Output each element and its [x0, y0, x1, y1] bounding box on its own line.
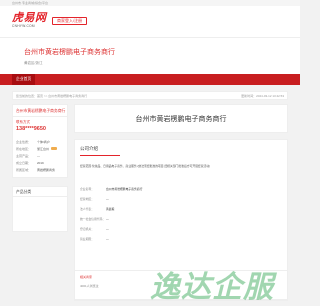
sidebar-card-title: 台州市黄岩楞鹏电子商务商行	[13, 105, 67, 117]
company-location: 黄岩区/浙江	[24, 61, 43, 65]
info-value: —	[106, 197, 109, 201]
sidebar: 台州市黄岩楞鹏电子商务商行 联系方式 138****9650 企业性质： 个体/商…	[12, 104, 68, 232]
watermark: 逸达企服	[150, 271, 274, 304]
related-label: 相关商家	[80, 275, 93, 279]
info-value: 黄晨毅	[106, 207, 115, 211]
info-row: 经营地区： —	[80, 197, 109, 201]
tab-underline	[80, 155, 120, 156]
info-key: 企业名称：	[80, 187, 94, 191]
kv-value: —	[37, 153, 41, 158]
info-key: 统一社会信用代码：	[80, 217, 106, 221]
info-row: 企业名称： 台州市黄岩楞鹏电子商务商行	[80, 187, 142, 191]
kv-key: 成立日期：	[16, 160, 32, 165]
kv-value: 2019	[37, 160, 44, 165]
nav-item-home[interactable]: 企业首页	[12, 74, 36, 85]
main-company-name: 台州市黄岩楞鹏电子商务商行	[135, 116, 227, 123]
kv-key: 所在地区：	[16, 146, 32, 151]
kv-value: 个体/商户	[37, 139, 50, 144]
merchant-login-button[interactable]: 商家登入/注册	[52, 17, 88, 25]
kv-row: 成立日期： 2019	[13, 159, 67, 166]
info-key: 经营地区：	[80, 197, 94, 201]
site-header: 虎易网 CNHYW.COM 商家登入/注册	[0, 6, 300, 37]
breadcrumb: 您当前的位置：首页 >> 台州市黄岩楞鹏电子商务商行 更新时间：2024-03-…	[12, 91, 288, 100]
view-count: 4001人浏览过	[80, 284, 99, 288]
contact-label: 联系方式	[16, 120, 30, 124]
kv-value: 浙江台州	[37, 146, 50, 151]
updated-time: 更新时间：2024-03-12 13:42:53	[241, 94, 284, 98]
kv-key: 所属区域：	[16, 167, 32, 172]
sidebar-contact-card: 台州市黄岩楞鹏电子商务商行 联系方式 138****9650 企业性质： 个体/商…	[12, 104, 68, 178]
info-row: 统一社会信用代码： —	[80, 217, 109, 221]
kv-row: 主营产品： —	[13, 152, 67, 159]
main-nav: 企业首页	[0, 74, 300, 85]
sidebar-products-card: 产品分类	[12, 185, 68, 232]
info-row: 营业期限： —	[80, 237, 109, 241]
company-title: 台州市黄岩楞鹏电子商务商行	[24, 49, 115, 56]
site-logo[interactable]: 虎易网 CNHYW.COM	[12, 12, 50, 32]
products-list	[13, 197, 67, 231]
intro-text: 经营范围:化妆品、日用品电子商务、商业服务.(依法须经批准的项目,经相关部门批准…	[80, 164, 211, 168]
info-row: 登记机关： —	[80, 227, 109, 231]
kv-row: 所在地区： 浙江台州	[13, 145, 67, 152]
info-key: 营业期限：	[80, 237, 94, 241]
kv-row: 企业性质： 个体/商户	[13, 138, 67, 145]
contact-phone[interactable]: 138****9650	[13, 126, 67, 138]
info-value: —	[106, 217, 109, 221]
kv-value: 黄岩楞鹏商务	[37, 167, 56, 172]
tab-company-intro[interactable]: 公司介绍	[80, 146, 98, 152]
info-key: 登记机关：	[80, 227, 94, 231]
kv-key: 主营产品：	[16, 153, 32, 158]
info-row: 法人代表： 黄晨毅	[80, 207, 114, 211]
top-strip-text: 台州市·专业商城(综合)平台	[12, 1, 48, 5]
logo-title: 虎易网	[12, 12, 47, 24]
kv-row: 所属区域： 黄岩楞鹏商务	[13, 166, 67, 177]
main-company-header: 台州市黄岩楞鹏电子商务商行	[74, 104, 288, 133]
info-key: 法人代表：	[80, 207, 94, 211]
breadcrumb-path[interactable]: 您当前的位置：首页 >> 台州市黄岩楞鹏电子商务商行	[16, 94, 87, 98]
verified-badge	[51, 147, 58, 151]
kv-key: 企业性质：	[16, 139, 32, 144]
products-title: 产品分类	[13, 187, 67, 197]
info-value: —	[106, 237, 109, 241]
info-value: 台州市黄岩楞鹏电子商务商行	[106, 187, 143, 191]
logo-domain: CNHYW.COM	[12, 24, 35, 28]
company-banner: 台州市黄岩楞鹏电子商务商行 黄岩区/浙江	[0, 37, 300, 74]
info-value: —	[106, 227, 109, 231]
